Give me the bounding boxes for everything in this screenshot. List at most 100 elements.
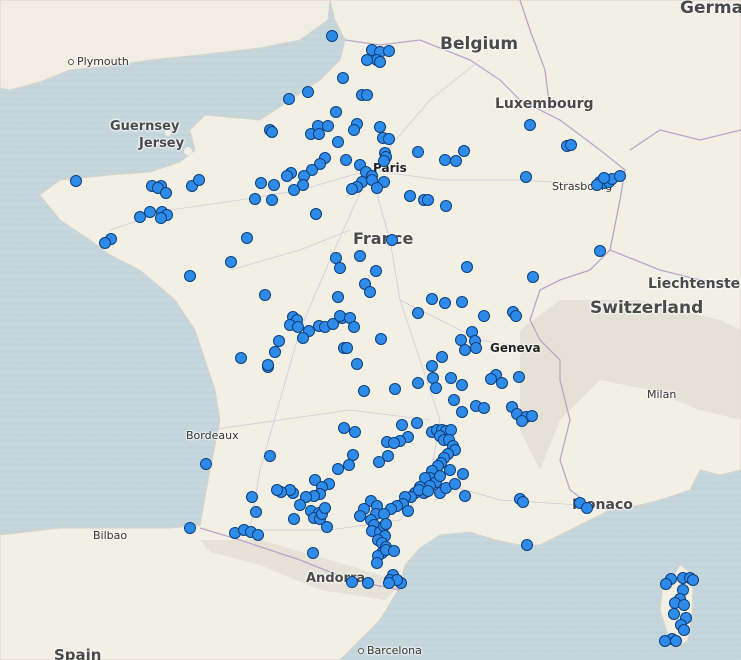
location-marker[interactable]	[668, 608, 680, 620]
location-marker[interactable]	[524, 119, 536, 131]
location-marker[interactable]	[346, 576, 358, 588]
location-marker[interactable]	[307, 547, 319, 559]
location-marker[interactable]	[678, 599, 690, 611]
location-marker[interactable]	[478, 310, 490, 322]
location-marker[interactable]	[348, 321, 360, 333]
location-marker[interactable]	[439, 297, 451, 309]
map-view[interactable]: German Belgium Luxembourg Plymouth Guern…	[0, 0, 741, 660]
location-marker[interactable]	[351, 358, 363, 370]
location-marker[interactable]	[340, 154, 352, 166]
location-marker[interactable]	[687, 574, 699, 586]
location-marker[interactable]	[200, 458, 212, 470]
location-marker[interactable]	[389, 383, 401, 395]
location-marker[interactable]	[268, 179, 280, 191]
location-marker[interactable]	[457, 468, 469, 480]
location-marker[interactable]	[678, 624, 690, 636]
location-marker[interactable]	[341, 342, 353, 354]
location-marker[interactable]	[456, 296, 468, 308]
location-marker[interactable]	[388, 437, 400, 449]
location-marker[interactable]	[155, 212, 167, 224]
location-marker[interactable]	[281, 170, 293, 182]
location-marker[interactable]	[326, 30, 338, 42]
location-marker[interactable]	[349, 426, 361, 438]
location-marker[interactable]	[70, 175, 82, 187]
location-marker[interactable]	[386, 234, 398, 246]
location-marker[interactable]	[332, 463, 344, 475]
location-marker[interactable]	[371, 182, 383, 194]
location-marker[interactable]	[470, 342, 482, 354]
location-marker[interactable]	[516, 415, 528, 427]
location-marker[interactable]	[521, 539, 533, 551]
location-marker[interactable]	[319, 502, 331, 514]
location-marker[interactable]	[422, 485, 434, 497]
location-marker[interactable]	[426, 293, 438, 305]
location-marker[interactable]	[246, 491, 258, 503]
location-marker[interactable]	[375, 333, 387, 345]
location-marker[interactable]	[510, 310, 522, 322]
location-marker[interactable]	[99, 237, 111, 249]
location-marker[interactable]	[337, 72, 349, 84]
location-marker[interactable]	[496, 377, 508, 389]
location-marker[interactable]	[520, 171, 532, 183]
location-marker[interactable]	[250, 506, 262, 518]
location-marker[interactable]	[430, 382, 442, 394]
location-marker[interactable]	[450, 155, 462, 167]
location-marker[interactable]	[364, 286, 376, 298]
location-marker[interactable]	[354, 250, 366, 262]
location-marker[interactable]	[412, 146, 424, 158]
location-marker[interactable]	[361, 89, 373, 101]
location-marker[interactable]	[332, 291, 344, 303]
location-marker[interactable]	[266, 126, 278, 138]
location-marker[interactable]	[456, 406, 468, 418]
location-marker[interactable]	[252, 529, 264, 541]
location-marker[interactable]	[388, 545, 400, 557]
location-marker[interactable]	[380, 518, 392, 530]
location-marker[interactable]	[370, 265, 382, 277]
location-marker[interactable]	[459, 344, 471, 356]
location-marker[interactable]	[396, 419, 408, 431]
location-marker[interactable]	[412, 307, 424, 319]
location-marker[interactable]	[383, 133, 395, 145]
location-marker[interactable]	[255, 177, 267, 189]
location-marker[interactable]	[383, 45, 395, 57]
location-marker[interactable]	[581, 502, 593, 514]
location-marker[interactable]	[266, 194, 278, 206]
location-marker[interactable]	[402, 505, 414, 517]
location-marker[interactable]	[271, 484, 283, 496]
location-marker[interactable]	[598, 172, 610, 184]
location-marker[interactable]	[283, 93, 295, 105]
location-marker[interactable]	[358, 385, 370, 397]
location-marker[interactable]	[670, 635, 682, 647]
location-marker[interactable]	[160, 187, 172, 199]
location-marker[interactable]	[249, 193, 261, 205]
location-marker[interactable]	[348, 124, 360, 136]
location-marker[interactable]	[461, 261, 473, 273]
location-marker[interactable]	[422, 194, 434, 206]
location-marker[interactable]	[225, 256, 237, 268]
location-marker[interactable]	[412, 377, 424, 389]
location-marker[interactable]	[241, 232, 253, 244]
location-marker[interactable]	[445, 372, 457, 384]
location-marker[interactable]	[297, 332, 309, 344]
location-marker[interactable]	[310, 208, 322, 220]
location-marker[interactable]	[411, 417, 423, 429]
location-marker[interactable]	[288, 513, 300, 525]
location-marker[interactable]	[362, 577, 374, 589]
location-marker[interactable]	[436, 351, 448, 363]
location-marker[interactable]	[184, 270, 196, 282]
location-marker[interactable]	[383, 577, 395, 589]
location-marker[interactable]	[321, 521, 333, 533]
location-marker[interactable]	[404, 190, 416, 202]
location-marker[interactable]	[371, 557, 383, 569]
location-marker[interactable]	[332, 136, 344, 148]
location-marker[interactable]	[517, 496, 529, 508]
location-marker[interactable]	[343, 459, 355, 471]
location-marker[interactable]	[313, 128, 325, 140]
location-marker[interactable]	[449, 478, 461, 490]
location-marker[interactable]	[439, 154, 451, 166]
location-marker[interactable]	[444, 464, 456, 476]
location-marker[interactable]	[334, 262, 346, 274]
location-marker[interactable]	[288, 184, 300, 196]
location-marker[interactable]	[660, 578, 672, 590]
location-marker[interactable]	[330, 106, 342, 118]
